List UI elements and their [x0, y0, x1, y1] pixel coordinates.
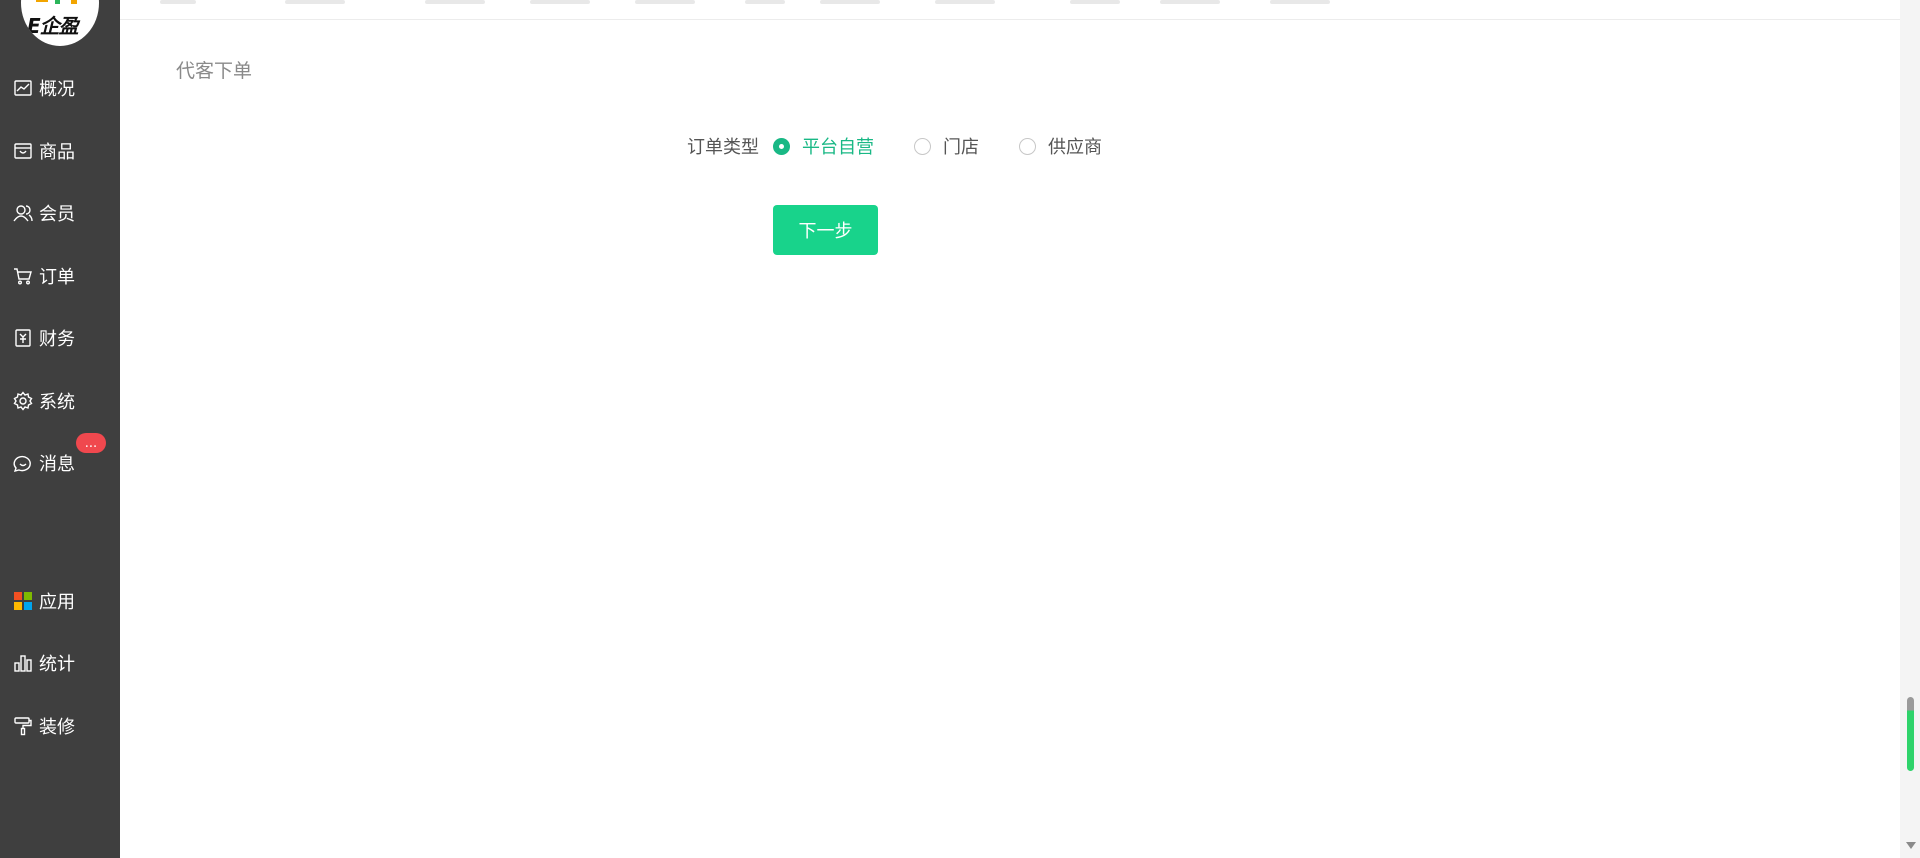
- logo-mark: [36, 0, 48, 2]
- radio-dot[interactable]: [914, 137, 931, 155]
- logo[interactable]: E企盈: [21, 0, 99, 46]
- radio-label: 平台自营: [802, 137, 874, 158]
- vertical-scrollbar[interactable]: [1900, 0, 1920, 858]
- sidebar-item-label: 财务: [39, 329, 75, 350]
- message-icon: [13, 453, 33, 473]
- top-nav-tab[interactable]: [935, 0, 995, 4]
- radio-dot[interactable]: [773, 137, 790, 155]
- scroll-down-arrow-icon[interactable]: [1906, 842, 1916, 849]
- sidebar-item-label: 消息: [39, 454, 75, 475]
- chart-line-icon: [13, 78, 33, 98]
- sidebar-item-overview[interactable]: 概况: [0, 68, 120, 108]
- top-nav-bar: [120, 0, 1900, 20]
- sidebar-item-label: 商品: [39, 142, 75, 163]
- top-nav-tab[interactable]: [530, 0, 590, 4]
- radio-store[interactable]: 门店: [914, 133, 979, 159]
- sidebar-item-decoration[interactable]: 装修: [0, 706, 120, 746]
- top-nav-tab[interactable]: [160, 0, 196, 4]
- order-type-label: 订单类型: [687, 137, 759, 158]
- sidebar-item-label: 概况: [39, 79, 75, 100]
- radio-platform-self-operated[interactable]: 平台自营: [773, 133, 874, 159]
- radio-label: 门店: [943, 137, 979, 158]
- apps-grid-icon: [13, 591, 33, 611]
- top-nav-tab[interactable]: [425, 0, 485, 4]
- app-window: E企盈 概况 商品 会员 订单 财务 系统 消息 ... 应用 统计 装修 代客…: [0, 0, 1920, 858]
- sidebar-item-orders[interactable]: 订单: [0, 256, 120, 296]
- radio-supplier[interactable]: 供应商: [1019, 133, 1102, 159]
- sidebar-item-statistics[interactable]: 统计: [0, 643, 120, 683]
- main-content: 代客下单 订单类型 平台自营 门店 供应商 下一步: [120, 21, 1900, 858]
- top-nav-tab[interactable]: [1270, 0, 1330, 4]
- top-nav-tab[interactable]: [285, 0, 345, 4]
- logo-text: E企盈: [27, 14, 79, 38]
- users-icon: [13, 203, 33, 223]
- sidebar-item-label: 会员: [39, 204, 75, 225]
- top-nav-tab[interactable]: [635, 0, 695, 4]
- sidebar-item-finance[interactable]: 财务: [0, 318, 120, 358]
- top-nav-tab[interactable]: [745, 0, 785, 4]
- scrollbar-thumb[interactable]: [1907, 697, 1914, 771]
- sidebar-item-label: 统计: [39, 654, 75, 675]
- top-nav-tab[interactable]: [1070, 0, 1120, 4]
- shopping-bag-icon: [13, 141, 33, 161]
- paint-roller-icon: [13, 716, 33, 736]
- sidebar-item-goods[interactable]: 商品: [0, 131, 120, 171]
- sidebar-item-apps[interactable]: 应用: [0, 581, 120, 621]
- sidebar-item-label: 系统: [39, 392, 75, 413]
- next-step-button[interactable]: 下一步: [773, 205, 878, 255]
- sidebar-item-label: 订单: [39, 267, 75, 288]
- sidebar-item-members[interactable]: 会员: [0, 193, 120, 233]
- radio-label: 供应商: [1048, 137, 1102, 158]
- sidebar: E企盈 概况 商品 会员 订单 财务 系统 消息 ... 应用 统计 装修: [0, 0, 120, 858]
- logo-mark: [71, 0, 77, 4]
- gear-icon: [13, 391, 33, 411]
- bar-chart-icon: [13, 653, 33, 673]
- finance-icon: [13, 328, 33, 348]
- page-title: 代客下单: [176, 60, 253, 82]
- logo-mark: [55, 0, 60, 4]
- cart-icon: [13, 266, 33, 286]
- sidebar-item-system[interactable]: 系统: [0, 381, 120, 421]
- top-nav-tab[interactable]: [820, 0, 880, 4]
- radio-dot[interactable]: [1019, 137, 1036, 155]
- sidebar-item-label: 装修: [39, 717, 75, 738]
- top-nav-tab[interactable]: [1160, 0, 1220, 4]
- order-type-row: 订单类型 平台自营 门店 供应商: [687, 131, 1142, 161]
- message-badge: ...: [76, 433, 106, 453]
- sidebar-item-label: 应用: [39, 592, 75, 613]
